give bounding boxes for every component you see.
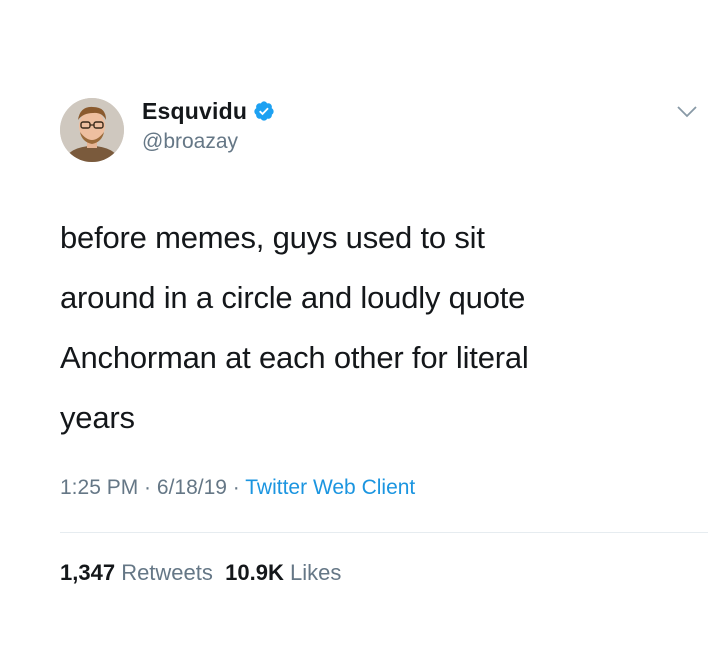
meta-separator: · [226, 476, 246, 499]
avatar[interactable] [60, 98, 124, 162]
tweet-text-line: before memes, guys used to sit [60, 220, 485, 255]
divider [60, 532, 708, 533]
meta-separator: · [138, 476, 157, 499]
tweet-stats: 1,347 Retweets 10.9K Likes [60, 560, 341, 586]
author-name-row: Esquvidu [142, 96, 275, 126]
tweet-text-line: Anchorman at each other for literal [60, 340, 529, 375]
tweet-time[interactable]: 1:25 PM [60, 476, 138, 499]
chevron-down-icon[interactable] [676, 104, 698, 120]
likes-count: 10.9K [225, 560, 284, 585]
retweets-stat[interactable]: 1,347 Retweets [60, 560, 213, 585]
verified-badge-icon [254, 101, 274, 121]
tweet-date[interactable]: 6/18/19 [157, 476, 227, 499]
likes-label: Likes [289, 560, 342, 585]
tweet-text-line: years [60, 400, 135, 435]
retweets-count: 1,347 [60, 560, 116, 585]
tweet-text: before memes, guys used to sit around in… [60, 208, 680, 448]
likes-stat[interactable]: 10.9K Likes [225, 560, 341, 585]
tweet-card: Esquvidu @broazay before memes, guys use… [0, 0, 726, 650]
retweets-label: Retweets [121, 560, 213, 585]
tweet-text-line: around in a circle and loudly quote [60, 280, 526, 315]
author-display-name[interactable]: Esquvidu [142, 98, 247, 125]
author-handle[interactable]: @broazay [142, 130, 238, 154]
tweet-meta: 1:25 PM · 6/18/19 · Twitter Web Client [60, 476, 415, 500]
profile-photo-icon [60, 98, 124, 162]
tweet-client-link[interactable]: Twitter Web Client [245, 476, 415, 499]
